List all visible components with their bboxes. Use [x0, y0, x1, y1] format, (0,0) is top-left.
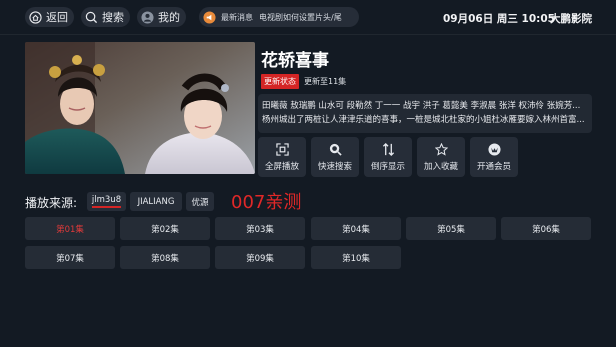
episode-button-05[interactable]: 第05集: [406, 217, 496, 240]
reverse-order-label: 倒序显示: [370, 162, 405, 172]
source-option-youyuan[interactable]: 优源: [186, 192, 214, 211]
sort-icon: [381, 142, 395, 156]
fullscreen-icon: [275, 142, 289, 156]
episode-button-04[interactable]: 第04集: [311, 217, 401, 240]
status-text: 更新至11集: [304, 77, 347, 86]
mine-label: 我的: [158, 11, 180, 24]
search-icon: [84, 10, 98, 24]
quick-search-label: 快速搜索: [317, 162, 352, 172]
vip-label: 开通会员: [476, 162, 511, 172]
notice-label: 最新消息: [221, 12, 253, 22]
episode-button-08[interactable]: 第08集: [120, 246, 210, 269]
cast-line: 田曦薇 敖瑞鹏 山水可 段勒然 丁一一 战宇 洪子 葛懿美 李淑晨 张洋 权沛伶…: [262, 101, 581, 111]
search-icon: [328, 142, 342, 156]
notice-text: 电视剧如何设置片头/尾: [259, 12, 342, 22]
vip-button[interactable]: 开通会员: [470, 137, 518, 177]
episode-button-01[interactable]: 第01集: [25, 217, 115, 240]
episode-button-06[interactable]: 第06集: [501, 217, 591, 240]
episode-button-09[interactable]: 第09集: [215, 246, 305, 269]
top-divider: [0, 34, 616, 35]
source-option-label: 优源: [191, 197, 209, 208]
mine-button[interactable]: 我的: [137, 7, 186, 27]
episode-button-03[interactable]: 第03集: [215, 217, 305, 240]
synopsis-panel[interactable]: 田曦薇 敖瑞鹏 山水可 段勒然 丁一一 战宇 洪子 葛懿美 李淑晨 张洋 权沛伶…: [258, 94, 592, 133]
tested-note: 007亲测: [231, 192, 302, 213]
source-option-jialiang[interactable]: JIALIANG: [130, 192, 182, 211]
add-favorite-label: 加入收藏: [423, 162, 458, 172]
episode-button-02[interactable]: 第02集: [120, 217, 210, 240]
episode-button-10[interactable]: 第10集: [311, 246, 401, 269]
fullscreen-play-label: 全屏播放: [264, 162, 299, 172]
notice-bar[interactable]: 最新消息 电视剧如何设置片头/尾: [199, 7, 359, 27]
status-badge: 更新状态: [261, 74, 299, 89]
megaphone-icon: [202, 10, 216, 24]
source-option-jlm3u8[interactable]: jlm3u8: [87, 192, 126, 211]
source-label: 播放来源:: [25, 196, 78, 210]
quick-search-button[interactable]: 快速搜索: [311, 137, 359, 177]
vip-icon: [487, 142, 501, 156]
update-status: 更新状态 更新至11集: [261, 74, 346, 89]
page-title: 花轿喜事: [261, 51, 329, 71]
home-icon: [28, 10, 42, 24]
brand-name: 大鹏影院: [550, 13, 592, 25]
back-label: 返回: [46, 11, 68, 24]
source-option-label: jlm3u8: [91, 195, 122, 208]
fullscreen-play-button[interactable]: 全屏播放: [258, 137, 306, 177]
star-icon: [434, 142, 448, 156]
top-bar: 返回 搜索 我的 最新消息 电视剧如何设置片头/尾 09月06日 周三 10:0…: [0, 0, 616, 34]
reverse-order-button[interactable]: 倒序显示: [364, 137, 412, 177]
search-button[interactable]: 搜索: [81, 7, 130, 27]
poster-image[interactable]: [25, 42, 255, 174]
plot-line: 杨州城出了两桩让人津津乐道的喜事，一桩是城北杜家的小姐杜冰雁要嫁入林州首富...: [262, 115, 585, 125]
episode-button-07[interactable]: 第07集: [25, 246, 115, 269]
user-icon: [140, 10, 154, 24]
add-favorite-button[interactable]: 加入收藏: [417, 137, 465, 177]
action-bar: 全屏播放 快速搜索 倒序显示 加入收藏 开通会员: [258, 137, 523, 177]
search-label: 搜索: [102, 11, 124, 24]
back-button[interactable]: 返回: [25, 7, 74, 27]
clock: 09月06日 周三 10:05: [443, 13, 555, 25]
source-option-label: JIALIANG: [137, 196, 175, 207]
